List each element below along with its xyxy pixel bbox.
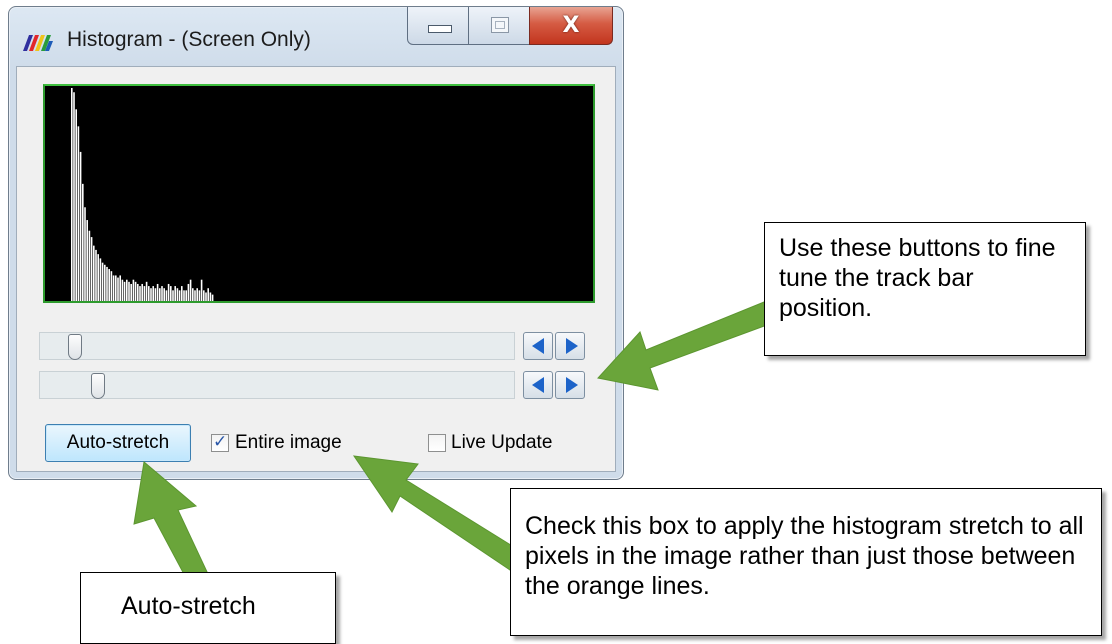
callout-auto-stretch: Auto-stretch [80, 572, 336, 644]
callout-trackbar-buttons: Use these buttons to fine tune the track… [764, 222, 1086, 356]
arrow-to-checkbox [352, 455, 523, 571]
arrow-to-buttons [597, 301, 776, 391]
arrow-to-auto-stretch [133, 461, 209, 579]
callout-entire-image: Check this box to apply the histogram st… [510, 488, 1102, 636]
